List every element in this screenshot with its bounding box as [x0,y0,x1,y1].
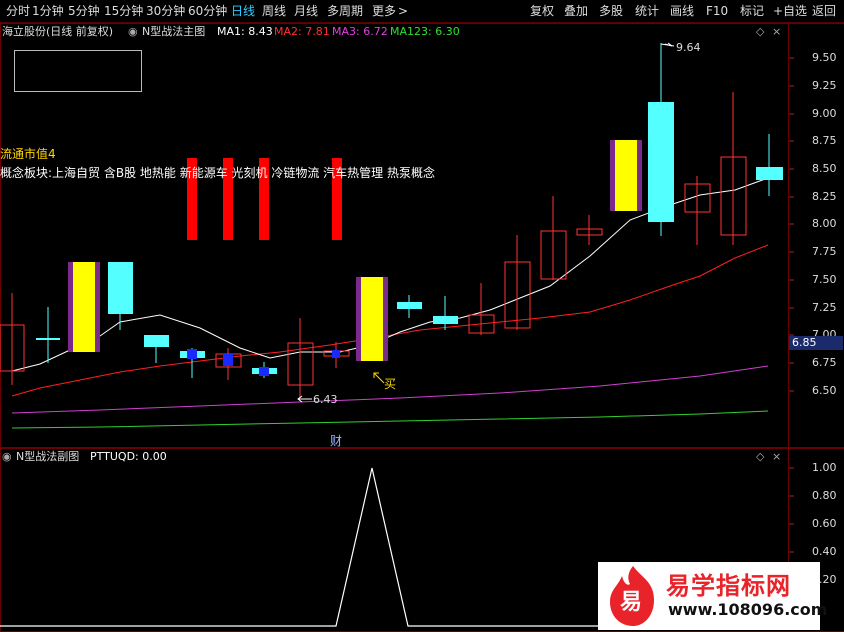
candle-up [540,196,567,280]
price-tick: 7.75 [812,245,837,258]
price-tick: 8.00 [812,217,837,230]
price-tick: 8.75 [812,134,837,147]
site-url: www.108096.com [668,600,828,619]
candle-down [108,262,133,330]
concept-sectors: 概念板块:上海自贸 含B股 地热能 新能源车 光刻机 冷链物流 汽车热管理 热泵… [0,166,435,180]
price-tick: 8.25 [812,190,837,203]
candle-down [433,296,458,330]
sub-indicator-name[interactable]: N型战法副图 [16,449,79,465]
pttuqd-value: PTTUQD: 0.00 [90,450,167,463]
candle-up [215,348,242,380]
price-tick: 6.75 [812,356,837,369]
candle-signal [610,140,642,211]
candle-up [684,176,711,245]
candle-down [144,335,169,363]
finance-marker[interactable]: 财 [330,432,342,449]
candle-up [323,342,350,368]
price-tick: 7.50 [812,273,837,286]
kline-chart [0,42,794,627]
price-tick: 9.00 [812,107,837,120]
candle-down [397,295,422,318]
candle-down [648,43,674,236]
candle-up [287,318,314,398]
candle-up [576,215,603,245]
sub-axis-tick: 0.80 [812,489,837,502]
sub-settings-icon[interactable]: ◉ [2,449,12,465]
site-watermark: 易 易学指标网 www.108096.com [598,562,827,630]
sub-axis-tick: 0.60 [812,517,837,530]
price-tick: 8.50 [812,162,837,175]
candle-up [720,92,747,245]
candle-down [756,134,783,196]
candle-up [0,293,25,385]
price-tick: 6.50 [812,384,837,397]
price-tick: 9.25 [812,79,837,92]
logo-char: 易 [620,590,643,615]
close-icon[interactable]: × [772,449,781,465]
candle-up [504,235,531,330]
buy-arrow [373,372,385,384]
high-price-label: 9.64 [676,41,701,54]
candle-signal [356,277,388,361]
diamond-icon[interactable]: ◇ [756,449,764,465]
candle-down [36,307,60,363]
candle-signal [68,262,100,352]
buy-label: 买 [384,377,397,391]
site-name: 易学指标网 [666,572,791,600]
candle-up [468,283,495,335]
sub-axis-tick: 0.40 [812,545,837,558]
sub-axis-tick: 1.00 [812,461,837,474]
price-tick: 9.50 [812,51,837,64]
low-price-label: 6.43 [313,393,338,406]
ma123-line [11,410,769,429]
candle-down [252,362,277,378]
current-price-tag: 6.85 [789,336,843,350]
price-tick: 7.25 [812,301,837,314]
